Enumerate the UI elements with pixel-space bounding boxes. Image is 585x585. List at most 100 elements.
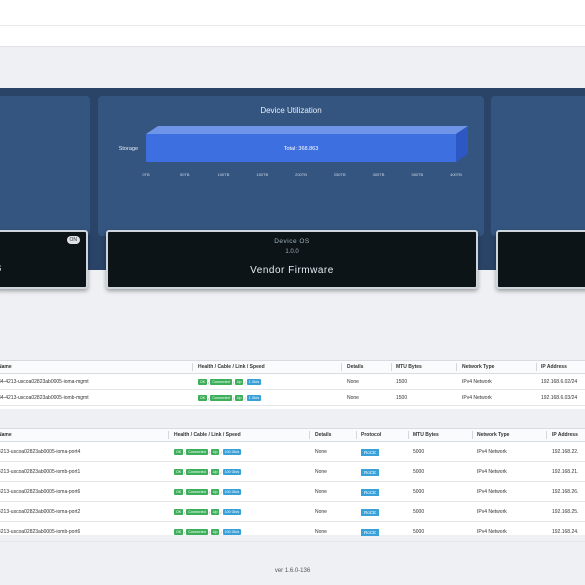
table-row[interactable]: 4213-uscoa02823ab0005-iomb-port1 OK / Conne… (0, 463, 585, 482)
axis-tick-label: 300TB (373, 172, 385, 177)
port-name[interactable]: 34-4213-uscoa02823ab0005-iomb-mgmt (0, 391, 188, 405)
mtu: 1500 (396, 395, 408, 401)
ip-address: 192.168.6.02/24 (541, 379, 578, 385)
os-name: Vendor Firmware (250, 265, 334, 276)
bar-top (146, 126, 468, 134)
axis-tick-label: 100TB (218, 172, 230, 177)
utilization-chart: Device Utilization Storage Total: 368.86… (119, 106, 468, 177)
axis-tick-label: 50TB (180, 172, 190, 177)
status-pill: 100 Gb/s (222, 529, 242, 535)
status-pill: OK (174, 489, 184, 495)
col-health[interactable]: Health / Cable / Link / Speed (174, 429, 304, 441)
ip-address: 192.168.22. (552, 449, 579, 455)
details: None (315, 469, 327, 475)
status-pill: Up (210, 449, 220, 455)
status-pill: 100 Gb/s (222, 509, 242, 515)
axis-tick-label: 200TB (295, 172, 307, 177)
status-pill: OK (174, 449, 184, 455)
mtu: 5000 (413, 469, 425, 475)
port-name[interactable]: 4213-uscoa02823ab0005-iomb-port6 (0, 523, 163, 541)
status-pill: Connected (186, 449, 208, 455)
col-protocol[interactable]: Protocol (361, 429, 406, 441)
status-pill: Up (210, 469, 220, 475)
ip-address: 192.168.6.03/24 (541, 395, 578, 401)
port-name[interactable]: 4213-uscoa02823ab0005-ioma-port6 (0, 483, 163, 501)
protocol-cell: RoCE (361, 443, 406, 461)
status-pill: OK (198, 395, 208, 401)
left-card-label: S (0, 264, 1, 273)
network-type: IPv4 Network (477, 449, 507, 455)
status-cell: OK / Connected / Up/100 Gb/s (174, 489, 242, 495)
network-type: IPv4 Network (462, 379, 492, 385)
col-mtu[interactable]: MTU Bytes (396, 361, 451, 373)
status-cell: OK / Connected / Up/100 Gb/s (174, 449, 242, 455)
protocol-badge[interactable]: RoCE (361, 508, 380, 516)
ip-address: 192.168.26. (552, 489, 579, 495)
protocol-badge[interactable]: RoCE (361, 448, 380, 456)
port-name[interactable]: 34-4213-uscoa02823ab0005-ioma-mgmt (0, 375, 188, 389)
table-row[interactable]: 4213-uscoa02823ab0005-ioma-port2 OK / Conne… (0, 503, 585, 522)
network-type: IPv4 Network (462, 395, 492, 401)
axis-tick-label: 250TB (334, 172, 346, 177)
table-row[interactable]: 4213-uscoa02823ab0005-iomb-port6 OK / Conne… (0, 523, 585, 542)
details: None (347, 395, 359, 401)
status-pill: Connected (210, 379, 232, 385)
port-name[interactable]: 4213-uscoa02823ab0005-ioma-port2 (0, 503, 163, 521)
details: None (315, 489, 327, 495)
network-type: IPv4 Network (477, 469, 507, 475)
port-name[interactable]: 4213-uscoa02823ab0005-iomb-port1 (0, 463, 163, 481)
status-pill: OK (174, 529, 184, 535)
os-version: 1.0.0 (285, 249, 299, 255)
status-cell: OK / Connected / Up/100 Gb/s (174, 529, 242, 535)
table-row[interactable]: 4213-uscoa02823ab0005-ioma-port6 OK / Conne… (0, 483, 585, 502)
right-card[interactable] (496, 230, 585, 289)
col-details[interactable]: Details (347, 361, 392, 373)
status-cell: OK / Connected / Up/100 Gb/s (174, 469, 242, 475)
axis-tick-label: 400TB (450, 172, 462, 177)
table-row[interactable]: 34-4213-uscoa02823ab0005-ioma-mgmt OK / Con… (0, 375, 585, 390)
status-pill: Connected (186, 489, 208, 495)
col-network[interactable]: Network Type (462, 361, 532, 373)
network-type: IPv4 Network (477, 489, 507, 495)
col-details[interactable]: Details (315, 429, 355, 441)
port-name[interactable]: 4213-uscoa02823ab0005-ioma-port4 (0, 443, 163, 461)
mtu: 5000 (413, 529, 425, 535)
status-cell: OK / Connected / Up/1 Gb/s (198, 379, 262, 385)
details: None (347, 379, 359, 385)
col-network[interactable]: Network Type (477, 429, 542, 441)
network-type: IPv4 Network (477, 529, 507, 535)
mtu: 5000 (413, 509, 425, 515)
table-header: Name Health / Cable / Link / Speed Detai… (0, 429, 585, 442)
col-name[interactable]: Name (0, 429, 163, 441)
col-ip[interactable]: IP Address (552, 429, 585, 441)
left-card[interactable]: ON S (0, 230, 88, 289)
axis-tick-label: 0TB (142, 172, 150, 177)
protocol-cell: RoCE (361, 523, 406, 541)
status-pill: Up (234, 395, 244, 401)
col-health[interactable]: Health / Cable / Link / Speed (198, 361, 338, 373)
details: None (315, 509, 327, 515)
protocol-cell: RoCE (361, 503, 406, 521)
device-os-card[interactable]: Device OS 1.0.0 Vendor Firmware (106, 230, 478, 289)
status-pill: Up (234, 379, 244, 385)
protocol-badge[interactable]: RoCE (361, 468, 380, 476)
col-ip[interactable]: IP Address (541, 361, 585, 373)
network-type: IPv4 Network (477, 509, 507, 515)
col-mtu[interactable]: MTU Bytes (413, 429, 468, 441)
table-row[interactable]: 4213-uscoa02823ab0005-ioma-port4 OK / Conne… (0, 443, 585, 462)
left-panel (0, 96, 90, 236)
protocol-badge[interactable]: RoCE (361, 528, 380, 536)
status-pill: OK (198, 379, 208, 385)
status-pill: 100 Gb/s (222, 469, 242, 475)
status-pill: 1 Gb/s (246, 379, 262, 385)
table-row[interactable]: 34-4213-uscoa02823ab0005-iomb-mgmt OK / Con… (0, 391, 585, 406)
mtu: 5000 (413, 489, 425, 495)
management-ports-table: Name Health / Cable / Link / Speed Detai… (0, 360, 585, 409)
status-pill: Connected (186, 529, 208, 535)
status-pill: Up (210, 529, 220, 535)
status-pill: Up (210, 489, 220, 495)
status-pill: Connected (210, 395, 232, 401)
axis-tick-label: 150TB (256, 172, 268, 177)
protocol-badge[interactable]: RoCE (361, 488, 380, 496)
col-name[interactable]: Name (0, 361, 188, 373)
